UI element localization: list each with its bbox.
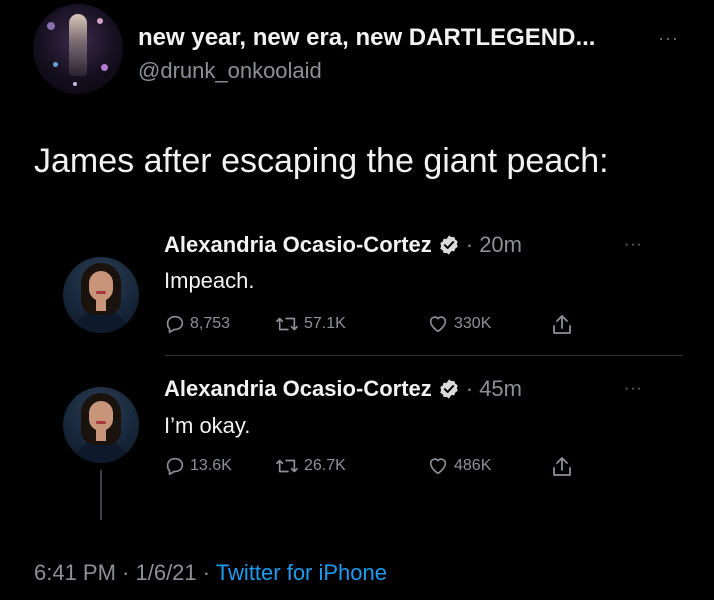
thread-connector-line bbox=[100, 470, 102, 520]
like-icon bbox=[429, 458, 447, 475]
more-icon[interactable]: ··· bbox=[624, 236, 643, 254]
reply-timestamp: · 45m bbox=[465, 376, 522, 401]
author-avatar[interactable] bbox=[33, 4, 123, 94]
like-button[interactable]: 330K bbox=[426, 313, 491, 335]
share-button[interactable] bbox=[550, 313, 578, 337]
reply-actions: 13.6K 26.7K 486K bbox=[164, 455, 604, 481]
reply-icon bbox=[166, 457, 184, 476]
share-icon bbox=[553, 457, 571, 476]
reply-author-name[interactable]: Alexandria Ocasio-Cortez bbox=[164, 376, 432, 402]
tweet-text: James after escaping the giant peach: bbox=[34, 142, 609, 180]
divider bbox=[165, 355, 682, 356]
like-button[interactable]: 486K bbox=[426, 455, 491, 477]
like-count: 486K bbox=[454, 457, 492, 474]
reply-avatar[interactable] bbox=[63, 257, 139, 333]
more-icon[interactable]: ··· bbox=[658, 28, 679, 49]
reply-timestamp: · 20m bbox=[465, 232, 522, 257]
reply-author-name[interactable]: Alexandria Ocasio-Cortez bbox=[164, 232, 432, 258]
tweet-metadata: 6:41 PM · 1/6/21 · Twitter for iPhone bbox=[34, 560, 387, 586]
retweet-count: 57.1K bbox=[304, 315, 346, 332]
verified-badge-icon bbox=[440, 235, 458, 255]
retweet-button[interactable]: 57.1K bbox=[274, 313, 346, 335]
share-button[interactable] bbox=[550, 455, 578, 479]
more-icon[interactable]: ··· bbox=[624, 380, 643, 398]
reply-avatar[interactable] bbox=[63, 387, 139, 463]
reply-text: Impeach. bbox=[164, 268, 255, 293]
tweet-screenshot: new year, new era, new DARTLEGEND... @dr… bbox=[0, 0, 714, 600]
retweet-button[interactable]: 26.7K bbox=[274, 455, 346, 477]
reply-icon bbox=[166, 315, 184, 334]
tweet-timestamp[interactable]: 6:41 PM · 1/6/21 · bbox=[34, 560, 216, 585]
like-count: 330K bbox=[454, 315, 492, 332]
author-handle[interactable]: @drunk_onkoolaid bbox=[138, 58, 322, 84]
reply-text: I’m okay. bbox=[164, 413, 251, 438]
reply-header: Alexandria Ocasio-Cortez · 45m bbox=[164, 376, 522, 402]
retweet-icon bbox=[276, 459, 298, 473]
share-icon bbox=[553, 315, 571, 334]
reply-header: Alexandria Ocasio-Cortez · 20m bbox=[164, 232, 522, 258]
reply-count: 13.6K bbox=[190, 457, 232, 474]
like-icon bbox=[429, 316, 447, 333]
reply-actions: 8,753 57.1K 330K bbox=[164, 313, 604, 339]
verified-badge-icon bbox=[440, 379, 458, 399]
reply-button[interactable]: 8,753 bbox=[164, 313, 230, 335]
author-display-name[interactable]: new year, new era, new DARTLEGEND... bbox=[138, 24, 595, 52]
retweet-count: 26.7K bbox=[304, 457, 346, 474]
retweet-icon bbox=[276, 317, 298, 331]
reply-button[interactable]: 13.6K bbox=[164, 455, 232, 477]
reply-count: 8,753 bbox=[190, 315, 231, 332]
tweet-source-link[interactable]: Twitter for iPhone bbox=[216, 560, 387, 585]
